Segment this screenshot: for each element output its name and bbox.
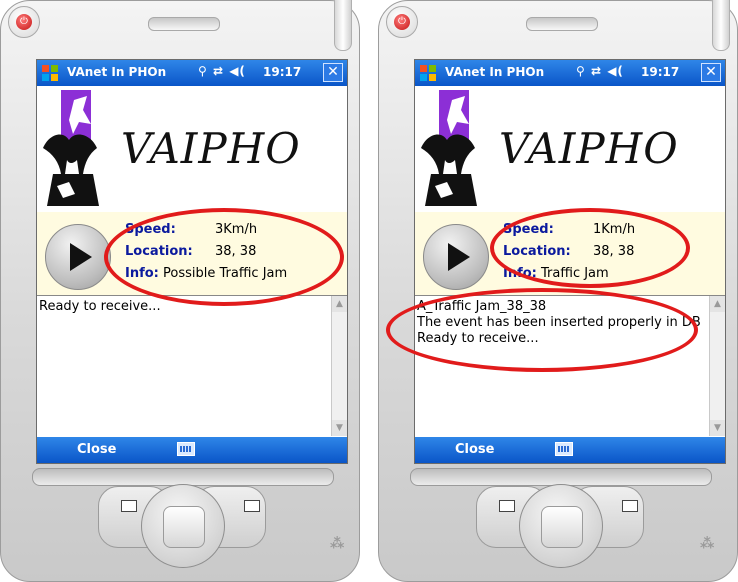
dpad[interactable] [141, 484, 225, 568]
highlight-ellipse [104, 208, 344, 306]
stylus [334, 0, 352, 51]
title-bar: VAnet In PHOn ⚲ ⇄ ◀( 19:17 ✕ [415, 60, 725, 86]
window-title: VAnet In PHOn [445, 65, 545, 79]
menu-bar: Close [415, 437, 725, 463]
window-title: VAnet In PHOn [67, 65, 167, 79]
close-window-button[interactable]: ✕ [701, 63, 721, 82]
power-icon: ⏻ [16, 14, 32, 30]
logo-area: VAIPHO [415, 86, 725, 210]
phone-left: ⏻ VAnet In PHOn ⚲ ⇄ ◀( 19:17 ✕ VAIPHO Sp… [0, 0, 360, 582]
title-bar: VAnet In PHOn ⚲ ⇄ ◀( 19:17 ✕ [37, 60, 347, 86]
play-icon [448, 243, 470, 271]
calendar-key-icon[interactable] [244, 500, 260, 512]
windows-start-icon[interactable] [419, 64, 437, 82]
status-icons[interactable]: ⚲ ⇄ ◀( [576, 64, 624, 78]
scroll-down-icon[interactable]: ▼ [710, 420, 725, 436]
close-menu-button[interactable]: Close [77, 442, 116, 457]
dpad[interactable] [519, 484, 603, 568]
earpiece-speaker [526, 17, 598, 31]
close-window-button[interactable]: ✕ [323, 63, 343, 82]
log-scrollbar[interactable]: ▲ ▼ [331, 296, 347, 436]
event-log[interactable]: Ready to receive... ▲ ▼ [37, 295, 347, 437]
app-brand-title: VAIPHO [499, 124, 679, 173]
logo-area: VAIPHO [37, 86, 347, 210]
clock[interactable]: 19:17 [263, 65, 301, 79]
play-button[interactable] [45, 224, 111, 290]
scroll-up-icon[interactable]: ▲ [332, 296, 347, 312]
log-scrollbar[interactable]: ▲ ▼ [709, 296, 725, 436]
power-button[interactable]: ⏻ [8, 6, 40, 38]
play-button[interactable] [423, 224, 489, 290]
stylus [712, 0, 730, 51]
power-button[interactable]: ⏻ [386, 6, 418, 38]
highlight-ellipse-speed [490, 208, 690, 288]
calendar-key-icon[interactable] [622, 500, 638, 512]
dpad-center-button[interactable] [163, 506, 205, 548]
scroll-down-icon[interactable]: ▼ [332, 420, 347, 436]
scroll-up-icon[interactable]: ▲ [710, 296, 725, 312]
goat-logo [43, 90, 99, 206]
play-icon [70, 243, 92, 271]
keyboard-icon[interactable] [555, 442, 573, 456]
windows-start-icon[interactable] [41, 64, 59, 82]
highlight-ellipse-log [386, 288, 698, 372]
menu-bar: Close [37, 437, 347, 463]
app-brand-title: VAIPHO [121, 124, 301, 173]
windows-logo-icon: ⁂ [330, 536, 345, 552]
goat-logo [421, 90, 477, 206]
status-icons[interactable]: ⚲ ⇄ ◀( [198, 64, 246, 78]
phone-right: ⏻ VAnet In PHOn ⚲ ⇄ ◀( 19:17 ✕ VAIPHO Sp… [378, 0, 738, 582]
windows-logo-icon: ⁂ [700, 536, 715, 552]
dpad-center-button[interactable] [541, 506, 583, 548]
close-menu-button[interactable]: Close [455, 442, 494, 457]
contacts-key-icon[interactable] [121, 500, 137, 512]
keyboard-icon[interactable] [177, 442, 195, 456]
contacts-key-icon[interactable] [499, 500, 515, 512]
power-icon: ⏻ [394, 14, 410, 30]
clock[interactable]: 19:17 [641, 65, 679, 79]
earpiece-speaker [148, 17, 220, 31]
